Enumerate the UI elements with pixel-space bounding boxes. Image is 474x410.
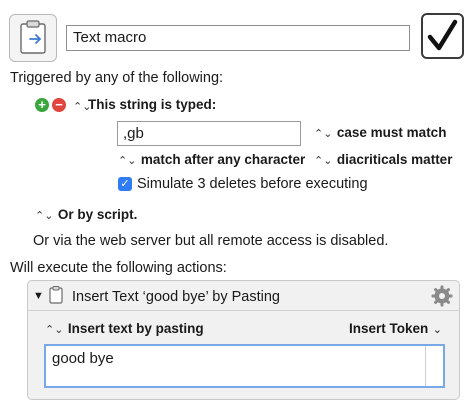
action-clipboard-icon: [48, 285, 64, 310]
action-divider: [27, 310, 460, 311]
remove-trigger-button[interactable]: −: [52, 98, 66, 112]
insert-token-menu[interactable]: Insert Token ⌄: [349, 320, 442, 338]
checkmark-icon: [427, 19, 458, 51]
script-trigger-popup[interactable]: ⌃⌄ Or by script.: [35, 206, 137, 224]
match-option-popup[interactable]: ⌃⌄ match after any character: [118, 151, 305, 169]
insert-mode-label: Insert text by pasting: [67, 321, 204, 336]
up-down-chevron-icon: ⌃⌄: [118, 155, 137, 167]
case-option-label: case must match: [336, 125, 447, 140]
up-down-chevron-icon: ⌃⌄: [35, 210, 54, 222]
string-trigger-label[interactable]: This string is typed:: [88, 97, 216, 112]
actions-heading: Will execute the following actions:: [10, 260, 227, 276]
script-trigger-label: Or by script.: [57, 207, 138, 222]
gear-icon[interactable]: [430, 284, 454, 313]
up-down-chevron-icon: ⌃⌄: [314, 155, 333, 167]
up-down-chevron-icon: ⌃⌄: [314, 128, 333, 140]
case-option-popup[interactable]: ⌃⌄ case must match: [314, 124, 446, 142]
simulate-deletes-label[interactable]: Simulate 3 deletes before executing: [137, 176, 368, 192]
typed-string-field[interactable]: ,gb: [117, 121, 301, 146]
web-server-text: Or via the web server but all remote acc…: [33, 233, 389, 249]
triggers-heading: Triggered by any of the following:: [10, 70, 224, 86]
action-title: Insert Text ‘good bye’ by Pasting: [72, 289, 280, 305]
macro-enable-checkbox[interactable]: [421, 13, 464, 59]
chevron-down-icon: ⌄: [432, 324, 442, 336]
simulate-deletes-checkbox[interactable]: ✓: [118, 177, 132, 191]
match-option-label: match after any character: [140, 152, 306, 167]
add-trigger-button[interactable]: +: [35, 98, 49, 112]
text-area-scrollbar[interactable]: [425, 346, 426, 386]
macro-clipboard-icon[interactable]: [9, 14, 57, 62]
insert-token-label: Insert Token: [349, 321, 429, 336]
insert-text-area[interactable]: good bye: [44, 344, 445, 388]
diacriticals-option-label: diacriticals matter: [336, 152, 453, 167]
macro-name-field[interactable]: Text macro: [66, 25, 410, 51]
disclosure-triangle-icon[interactable]: ▼: [33, 290, 44, 302]
insert-mode-popup[interactable]: ⌃⌄ Insert text by pasting: [45, 320, 204, 338]
up-down-chevron-icon: ⌃⌄: [45, 324, 64, 336]
diacriticals-option-popup[interactable]: ⌃⌄ diacriticals matter: [314, 151, 452, 169]
